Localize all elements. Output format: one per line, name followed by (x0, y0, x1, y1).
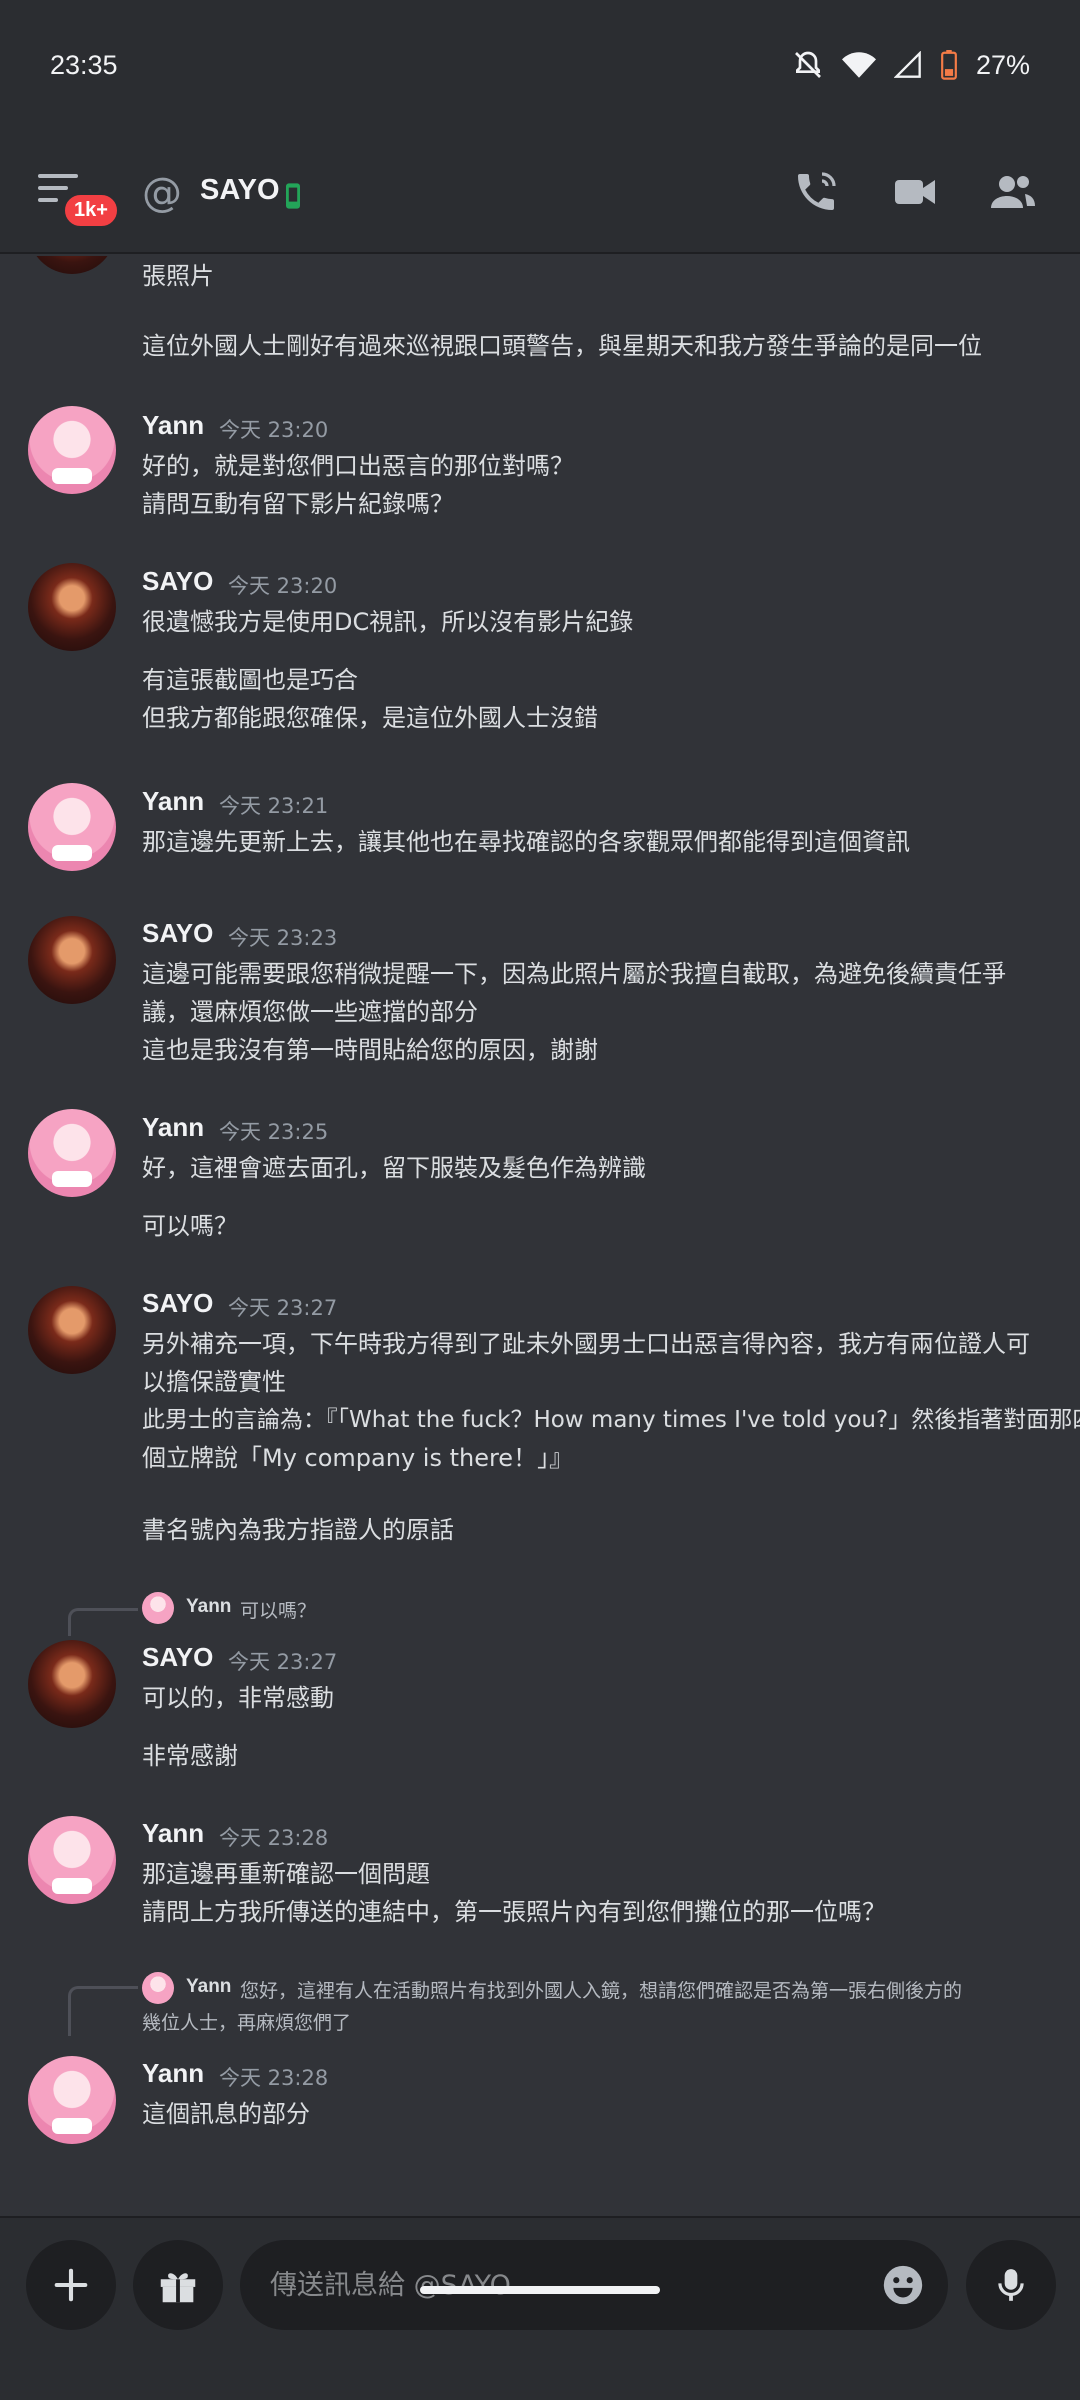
home-indicator[interactable] (420, 2286, 660, 2294)
reply-author[interactable]: Yann (186, 1596, 231, 1618)
message-timestamp: 今天 23:27 (228, 1650, 338, 1674)
message-timestamp: 今天 23:27 (228, 1296, 338, 1320)
reply-connector (68, 1986, 138, 2036)
message-line: 這個訊息的部分 (142, 2100, 310, 2128)
message-author[interactable]: Yann (142, 1112, 204, 1143)
avatar[interactable] (28, 406, 116, 494)
message-line: 張照片 (142, 262, 214, 290)
message-author[interactable]: SAYO (142, 1642, 213, 1673)
mic-icon (998, 2269, 1024, 2301)
status-bar: 23:35 27% (0, 0, 1080, 130)
message-timestamp: 今天 23:25 (219, 1120, 329, 1144)
voice-call-icon[interactable] (792, 168, 840, 216)
message-line: 好，這裡會遮去面孔，留下服裝及髮色作為辨識 (142, 1154, 646, 1182)
attach-button[interactable] (26, 2240, 116, 2330)
reply-author[interactable]: Yann (186, 1976, 231, 1998)
message-line: 請問上方我所傳送的連結中，第一張照片內有到您們攤位的那一位嗎？ (142, 1898, 886, 1926)
message-line: 這邊可能需要跟您稍微提醒一下，因為此照片屬於我擅自截取，為避免後續責任爭 (142, 960, 1006, 988)
mute-icon (795, 51, 821, 78)
avatar[interactable] (28, 563, 116, 651)
message-line: 請問互動有留下影片紀錄嗎？ (142, 490, 454, 518)
wifi-icon (841, 52, 876, 78)
message-line: 此男士的言論為：『「What the fuck？How many times I… (142, 1407, 1080, 1433)
reply-connector (68, 1608, 138, 1636)
signal-icon (893, 51, 921, 78)
emoji-icon[interactable] (880, 2262, 926, 2308)
message-timestamp: 今天 23:20 (228, 574, 338, 598)
message-author[interactable]: Yann (142, 1818, 204, 1849)
message-timestamp: 今天 23:23 (228, 926, 338, 950)
message-line: 有這張截圖也是巧合 (142, 666, 358, 694)
avatar[interactable] (28, 1816, 116, 1904)
reply-avatar (142, 1592, 174, 1624)
members-icon[interactable] (988, 168, 1038, 216)
plus-icon (54, 2268, 88, 2302)
message-composer (0, 2216, 1080, 2400)
message-line: 那這邊先更新上去，讓其他也在尋找確認的各家觀眾們都能得到這個資訊 (142, 828, 910, 856)
gift-button[interactable] (133, 2240, 223, 2330)
avatar[interactable] (28, 1286, 116, 1374)
avatar[interactable] (28, 1109, 116, 1197)
avatar[interactable] (28, 783, 116, 871)
unread-badge: 1k+ (62, 192, 120, 229)
dm-header: 1k+ @ SAYO (0, 130, 1080, 254)
message-line: 以擔保證實性 (142, 1368, 286, 1396)
reply-preview[interactable]: 您好，這裡有人在活動照片有找到外國人入鏡，想請您們確認是否為第一張右側後方的 (240, 1976, 962, 2003)
battery-icon (941, 50, 957, 80)
video-call-icon[interactable] (890, 168, 940, 216)
message-line: 個立牌說「My company is there！」』 (142, 1444, 574, 1472)
voice-message-button[interactable] (966, 2240, 1056, 2330)
status-time: 23:35 (50, 49, 118, 80)
at-icon: @ (142, 170, 182, 216)
message-timestamp: 今天 23:28 (219, 2066, 329, 2090)
message-line: 這位外國人士剛好有過來巡視跟口頭警告，與星期天和我方發生爭論的是同一位 (142, 332, 982, 360)
message-timestamp: 今天 23:28 (219, 1826, 329, 1850)
mobile-online-icon (286, 183, 300, 209)
message-author[interactable]: SAYO (142, 1288, 213, 1319)
gift-icon (160, 2273, 196, 2303)
battery-percent: 27% (975, 49, 1030, 80)
avatar[interactable] (28, 256, 116, 274)
avatar[interactable] (28, 2056, 116, 2144)
message-line: 議，還麻煩您做一些遮擋的部分 (142, 998, 478, 1026)
message-line: 書名號內為我方指證人的原話 (142, 1516, 454, 1544)
message-author[interactable]: Yann (142, 786, 204, 817)
reply-preview[interactable]: 可以嗎？ (240, 1596, 316, 1623)
channel-title[interactable]: SAYO (200, 174, 280, 207)
message-timestamp: 今天 23:21 (219, 794, 329, 818)
message-input-container[interactable] (240, 2240, 948, 2330)
message-input[interactable] (270, 2260, 830, 2310)
avatar[interactable] (28, 1640, 116, 1728)
message-author[interactable]: SAYO (142, 918, 213, 949)
message-line: 這也是我沒有第一時間貼給您的原因，謝謝 (142, 1036, 598, 1064)
message-line: 可以的，非常感動 (142, 1684, 334, 1712)
status-icons: 27% (792, 49, 1030, 81)
message-line: 但我方都能跟您確保，是這位外國人士沒錯 (142, 704, 598, 732)
reply-preview[interactable]: 幾位人士，再麻煩您們了 (142, 2008, 351, 2035)
menu-button[interactable]: 1k+ (36, 170, 120, 230)
avatar[interactable] (28, 916, 116, 1004)
message-line: 非常感謝 (142, 1742, 238, 1770)
message-list[interactable]: 張照片 這位外國人士剛好有過來巡視跟口頭警告，與星期天和我方發生爭論的是同一位 … (0, 256, 1080, 2216)
message-timestamp: 今天 23:20 (219, 418, 329, 442)
message-line: 那這邊再重新確認一個問題 (142, 1860, 430, 1888)
message-line: 很遺憾我方是使用DC視訊，所以沒有影片紀錄 (142, 608, 634, 636)
message-author[interactable]: Yann (142, 2058, 204, 2089)
message-line: 另外補充一項，下午時我方得到了趾未外國男士口出惡言得內容，我方有兩位證人可 (142, 1330, 1030, 1358)
message-author[interactable]: SAYO (142, 566, 213, 597)
message-line: 可以嗎？ (142, 1212, 238, 1240)
reply-avatar (142, 1972, 174, 2004)
message-author[interactable]: Yann (142, 410, 204, 441)
message-line: 好的，就是對您們口出惡言的那位對嗎？ (142, 452, 574, 480)
